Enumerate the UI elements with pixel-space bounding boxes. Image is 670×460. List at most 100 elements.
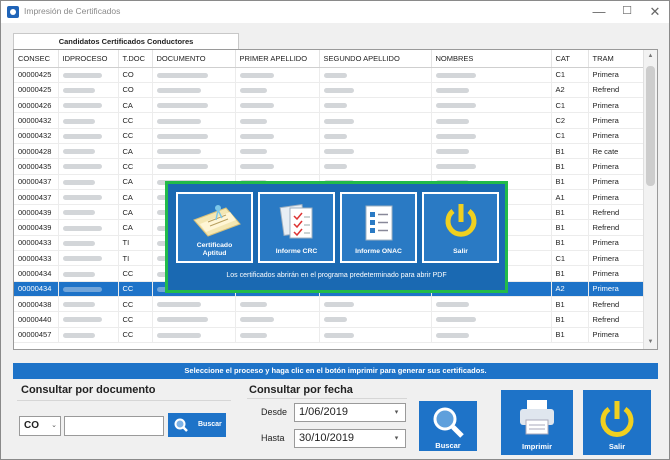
redacted-text [239, 302, 267, 308]
cell-cat: B1 [551, 143, 589, 160]
calendar-dropdown-icon[interactable]: ▾ [390, 432, 403, 445]
cell-primer-apellido [235, 112, 320, 129]
cell-idproceso [58, 219, 119, 236]
cell-text: B1 [555, 330, 565, 340]
table-row[interactable]: 00000432 CC C2 Primera [14, 112, 645, 129]
search-date-label: Buscar [435, 441, 461, 450]
redacted-text [239, 149, 267, 155]
cell-cat: B1 [551, 174, 589, 190]
date-to-value: 30/10/2019 [299, 432, 355, 444]
table-row[interactable]: 00000428 CA B1 Re cate [14, 143, 645, 160]
print-button[interactable]: Imprimir [501, 390, 573, 455]
cell-idproceso [58, 281, 119, 297]
cell-text: CC [122, 284, 134, 294]
scroll-down-icon[interactable]: ▼ [644, 336, 657, 348]
redacted-text [239, 103, 274, 109]
cell-primer-apellido [235, 327, 320, 343]
cell-text: Primera [592, 253, 619, 263]
cell-tdoc: CC [118, 281, 153, 297]
redacted-text [323, 164, 347, 170]
column-header[interactable]: PRIMER APELLIDO [235, 50, 320, 68]
cell-cat: B1 [551, 219, 589, 236]
close-button[interactable]: ✕ [641, 1, 669, 23]
redacted-text [323, 133, 347, 139]
cell-cat: C1 [551, 128, 589, 144]
overlay-exit-button[interactable]: Salir [422, 192, 499, 263]
cell-primer-apellido [235, 128, 320, 144]
column-header[interactable]: SEGUNDO APELLIDO [319, 50, 432, 68]
redacted-text [323, 332, 354, 338]
table-row[interactable]: 00000426 CA C1 Primera [14, 97, 645, 114]
maximize-button[interactable]: ☐ [613, 1, 641, 23]
cell-consec: 00000434 [14, 281, 59, 297]
column-header[interactable]: CAT [551, 50, 589, 68]
cell-consec: 00000435 [14, 158, 59, 175]
cell-text: Primera [592, 192, 619, 202]
search-doc-button[interactable]: Buscar [168, 413, 226, 437]
table-row[interactable]: 00000432 CC C1 Primera [14, 128, 645, 144]
cell-text: B1 [555, 177, 565, 187]
redacted-text [239, 317, 274, 323]
cell-text: CA [122, 146, 133, 156]
table-row[interactable]: 00000438 CC B1 Refrend [14, 296, 645, 313]
table-row[interactable]: 00000425 CO C1 Primera [14, 67, 645, 83]
cell-idproceso [58, 265, 119, 282]
scroll-thumb[interactable] [646, 66, 655, 186]
cell-idproceso [58, 250, 119, 267]
cell-tdoc: CA [118, 204, 153, 221]
cell-cat: B1 [551, 296, 589, 313]
cell-tram: Primera [588, 128, 645, 144]
cell-segundo-apellido [319, 296, 432, 313]
certificate-aptitude-button[interactable]: Certificado Aptitud [176, 192, 253, 263]
redacted-text [62, 87, 95, 93]
vertical-scrollbar[interactable]: ▲ ▼ [643, 50, 657, 349]
redacted-text [239, 332, 267, 338]
column-header[interactable]: CONSEC [14, 50, 59, 68]
exit-button[interactable]: Salir [583, 390, 651, 455]
cell-idproceso [58, 311, 119, 328]
calendar-dropdown-icon[interactable]: ▾ [390, 406, 403, 419]
column-header[interactable]: T.DOC [118, 50, 153, 68]
cell-cat: C1 [551, 67, 589, 83]
cell-text: Primera [592, 330, 619, 340]
cell-documento [152, 82, 236, 99]
document-input[interactable] [64, 416, 164, 436]
cell-text: B1 [555, 269, 565, 278]
redacted-text [156, 149, 201, 155]
table-row[interactable]: 00000425 CO A2 Refrend [14, 82, 645, 99]
cell-text: Primera [592, 131, 619, 141]
redacted-text [323, 72, 347, 78]
column-header[interactable]: TRAM [588, 50, 645, 68]
redacted-text [62, 332, 95, 338]
table-row[interactable]: 00000440 CC B1 Refrend [14, 311, 645, 328]
redacted-text [62, 72, 102, 78]
redacted-text [62, 240, 95, 246]
table-row[interactable]: 00000457 CC B1 Primera [14, 327, 645, 343]
cell-text: CC [122, 269, 134, 278]
redacted-text [435, 149, 469, 155]
column-header[interactable]: IDPROCESO [58, 50, 119, 68]
scroll-up-icon[interactable]: ▲ [644, 50, 657, 62]
redacted-text [239, 133, 274, 139]
column-header[interactable]: NOMBRES [431, 50, 552, 68]
search-date-button[interactable]: Buscar [419, 401, 477, 451]
date-from-picker[interactable]: 1/06/2019 ▾ [294, 403, 406, 422]
cell-consec: 00000440 [14, 311, 59, 328]
cell-text: C1 [555, 100, 566, 110]
tab-candidates[interactable]: Candidatos Certificados Conductores [13, 33, 239, 49]
report-crc-button[interactable]: Informe CRC [258, 192, 335, 263]
cell-text: B1 [555, 207, 565, 217]
table-row[interactable]: 00000435 CC B1 Primera [14, 158, 645, 175]
column-header[interactable]: DOCUMENTO [152, 50, 236, 68]
date-to-picker[interactable]: 30/10/2019 ▾ [294, 429, 406, 448]
minimize-button[interactable]: — [585, 1, 613, 23]
redacted-text [62, 118, 95, 124]
doc-type-select[interactable]: CO ⌄ [19, 416, 61, 436]
report-onac-button[interactable]: Informe ONAC [340, 192, 417, 263]
cell-nombres [431, 82, 552, 99]
cell-nombres [431, 67, 552, 83]
redacted-text [156, 103, 208, 109]
cell-text: 00000433 [18, 238, 52, 248]
cell-idproceso [58, 204, 119, 221]
cell-documento [152, 311, 236, 328]
